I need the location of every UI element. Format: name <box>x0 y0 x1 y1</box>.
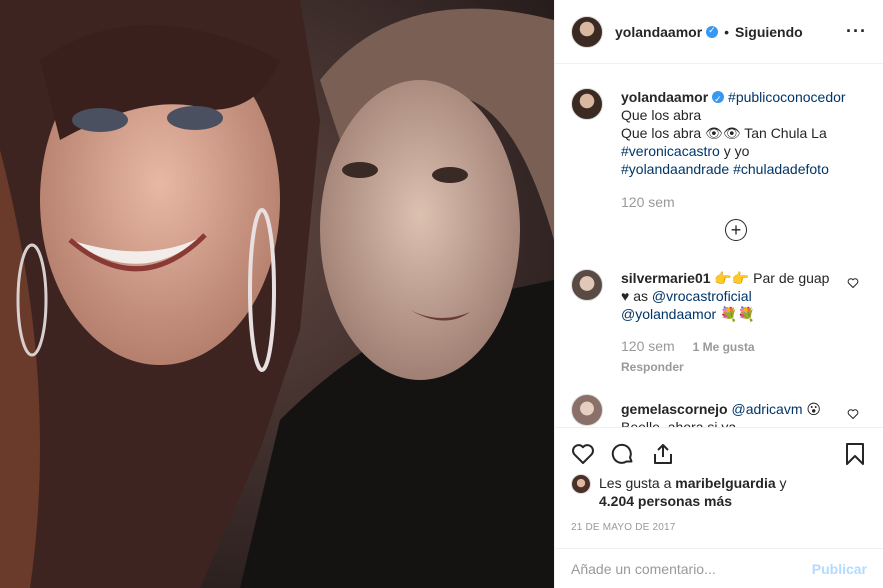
hashtag-link[interactable]: #chuladadefoto <box>733 161 829 177</box>
caption-username[interactable]: yolandaamor <box>621 89 708 105</box>
post-actions: Les gusta a maribelguardia y 4.204 perso… <box>555 427 883 533</box>
mention-link[interactable]: @yolandaamor <box>621 306 716 322</box>
post-date[interactable]: 21 DE MAYO DE 2017 <box>571 522 867 533</box>
caption-time[interactable]: 120 sem <box>621 193 867 211</box>
likes-and: y <box>775 475 787 491</box>
load-more-comments[interactable]: + <box>605 219 867 241</box>
comment-username[interactable]: gemelascornejo <box>621 401 728 417</box>
add-comment-bar: Publicar <box>555 548 883 588</box>
comment-username[interactable]: silvermarie01 <box>621 270 711 286</box>
bookmark-icon[interactable] <box>843 442 867 466</box>
reply-button[interactable]: Responder <box>621 358 841 376</box>
comment-emoji: 💐💐 <box>716 306 755 322</box>
comment-meta: 120 sem 1 Me gusta <box>621 337 841 356</box>
separator-dot: • <box>724 23 730 40</box>
verified-badge-icon <box>712 90 725 108</box>
comment-emoji: 😮 <box>802 401 821 417</box>
publish-button[interactable]: Publicar <box>812 561 867 577</box>
likes-summary: Les gusta a maribelguardia y 4.204 perso… <box>571 474 867 510</box>
avatar[interactable] <box>571 474 591 494</box>
comment-text: Beelle, ahora si ya <box>621 419 737 427</box>
comment-item: gemelascornejo @adricavm 😮 Beelle, ahora… <box>571 394 867 427</box>
comment-time[interactable]: 120 sem <box>621 338 675 354</box>
avatar[interactable] <box>571 88 603 120</box>
mention-link[interactable]: @vrocastroficial <box>652 288 752 304</box>
caption: yolandaamor #publicoconocedor Que los ab… <box>571 65 867 211</box>
avatar[interactable] <box>571 394 603 426</box>
comment-icon[interactable] <box>611 442 635 466</box>
comment-body: silvermarie01 👉👉 Par de guap ♥ as @vroca… <box>621 269 841 376</box>
action-bar <box>571 428 867 480</box>
following-button[interactable]: Siguiendo <box>735 24 803 40</box>
post-header: yolandaamor • Siguiendo ··· <box>555 0 883 64</box>
like-comment-heart-icon[interactable] <box>847 277 859 289</box>
comment-likes[interactable]: 1 Me gusta <box>693 340 755 354</box>
mention-link[interactable]: @adricavm <box>732 401 803 417</box>
hashtag-link[interactable]: #yolandaandrade <box>621 161 729 177</box>
post-photo[interactable] <box>0 0 554 588</box>
liker-username[interactable]: maribelguardia <box>675 475 775 491</box>
caption-body: yolandaamor #publicoconocedor Que los ab… <box>621 88 867 211</box>
hashtag-link[interactable]: #publicoconocedor <box>728 89 846 105</box>
like-comment-heart-icon[interactable] <box>847 408 859 420</box>
comment-item: silvermarie01 👉👉 Par de guap ♥ as @vroca… <box>571 269 867 376</box>
verified-badge-icon <box>706 25 719 38</box>
post-sidebar: yolandaamor • Siguiendo ··· yolandaamor … <box>554 0 883 588</box>
likes-count[interactable]: 4.204 personas más <box>599 493 732 509</box>
share-icon[interactable] <box>651 442 675 466</box>
caption-line: Que los abra 👁👁 Tan Chula La <box>621 125 827 141</box>
hashtag-link[interactable]: #veronicacastro <box>621 143 720 159</box>
caption-text: y yo <box>719 143 750 159</box>
likes-prefix: Les gusta a <box>599 475 676 491</box>
comment-input[interactable] <box>571 560 812 577</box>
avatar[interactable] <box>571 269 603 301</box>
likes-text: Les gusta a maribelguardia y 4.204 perso… <box>599 474 787 510</box>
plus-circle-icon[interactable]: + <box>725 219 747 241</box>
caption-line: Que los abra <box>621 107 702 123</box>
more-options-icon[interactable]: ··· <box>846 21 867 42</box>
header-username[interactable]: yolandaamor <box>615 24 702 40</box>
comments-list[interactable]: yolandaamor #publicoconocedor Que los ab… <box>555 65 883 427</box>
heart-icon[interactable] <box>571 442 595 466</box>
avatar[interactable] <box>571 15 603 48</box>
comment-body: gemelascornejo @adricavm 😮 Beelle, ahora… <box>621 400 841 427</box>
